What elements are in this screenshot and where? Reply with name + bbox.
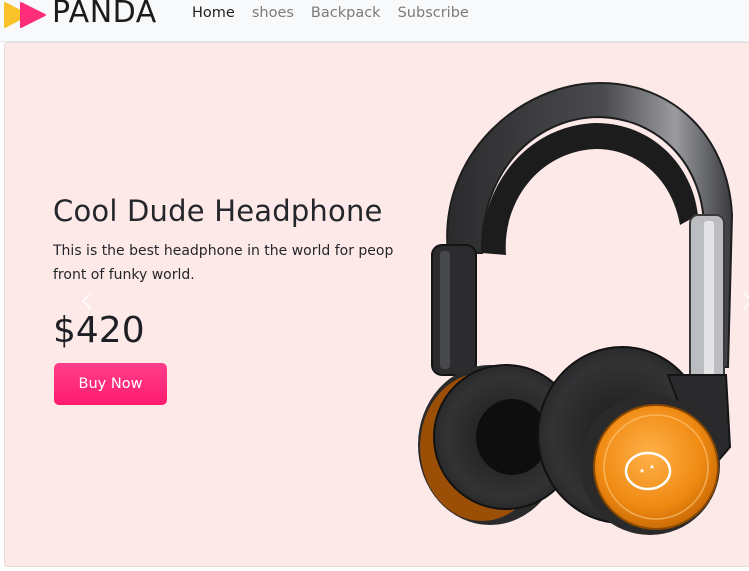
hero-text: Cool Dude Headphone This is the best hea… — [53, 193, 393, 443]
play-arrows-icon — [4, 2, 46, 28]
hero-carousel: Cool Dude Headphone This is the best hea… — [4, 42, 749, 567]
carousel-next-icon[interactable] — [741, 291, 749, 311]
nav-subscribe[interactable]: Subscribe — [398, 4, 469, 22]
product-price: $420 — [53, 310, 145, 351]
carousel-prev-icon[interactable] — [80, 291, 94, 311]
nav-backpack[interactable]: Backpack — [311, 4, 381, 22]
nav-shoes[interactable]: shoes — [252, 4, 294, 22]
product-description: This is the best headphone in the world … — [53, 243, 393, 283]
headphone-image — [418, 81, 734, 535]
product-title: Cool Dude Headphone — [53, 194, 383, 228]
nav-home[interactable]: Home — [192, 4, 235, 22]
buy-now-button[interactable]: Buy Now — [54, 363, 167, 405]
main-nav: Home shoes Backpack Subscribe — [192, 4, 486, 22]
brand-name[interactable]: PANDA — [52, 0, 157, 29]
logo[interactable] — [4, 0, 48, 30]
navbar: PANDA Home shoes Backpack Subscribe — [0, 0, 749, 42]
